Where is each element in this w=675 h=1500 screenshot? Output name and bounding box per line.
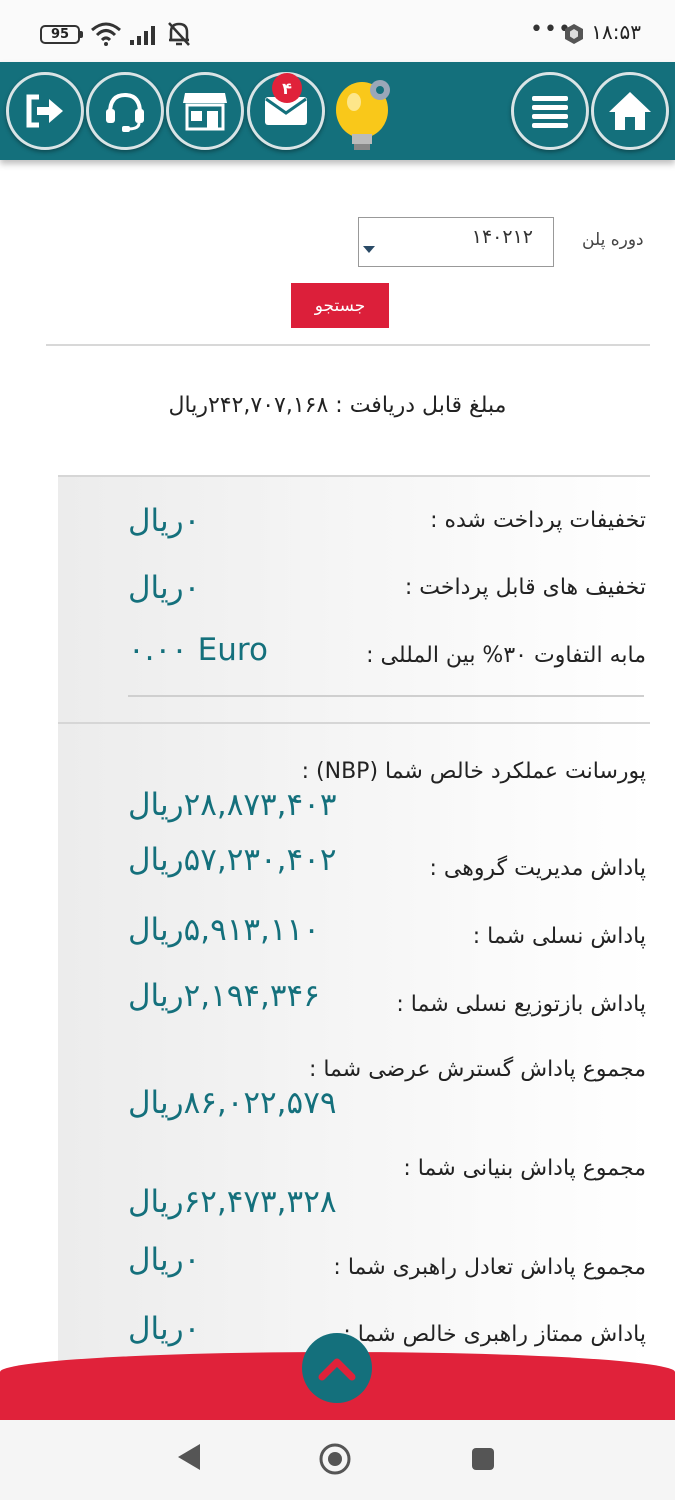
- reward-value: ۲,۱۹۴,۳۴۶ریال: [128, 978, 320, 1014]
- mail-badge: ۴: [272, 73, 302, 103]
- reward-value: ۵۷,۲۳۰,۴۰۲ریال: [128, 842, 337, 878]
- receivable-amount: مبلغ قابل دریافت : ۲۴۲,۷۰۷,۱۶۸ریال: [168, 393, 507, 418]
- discount-label: تخفیف های قابل پرداخت :: [404, 575, 646, 600]
- discounts-panel: تخفیفات پرداخت شده : ۰ریال تخفیف های قاب…: [58, 475, 650, 722]
- reward-label: پاداش ممتاز راهبری خالص شما :: [343, 1322, 646, 1347]
- home-circle-icon[interactable]: [318, 1442, 352, 1476]
- home-button[interactable]: [591, 72, 669, 150]
- chevron-up-icon: [318, 1358, 356, 1381]
- store-icon: [183, 93, 227, 131]
- status-time: ۱۸:۵۳: [591, 20, 641, 44]
- menu-button[interactable]: [511, 72, 589, 150]
- battery-icon: 95: [40, 25, 83, 44]
- reward-label: پورسانت عملکرد خالص شما (NBP) :: [301, 759, 646, 784]
- reward-label: پاداش بازتوزیع نسلی شما :: [396, 992, 646, 1017]
- reward-label: مجموع پاداش تعادل راهبری شما :: [333, 1255, 646, 1280]
- signal-icon: [130, 26, 155, 45]
- reward-value: ۰ریال: [128, 1242, 201, 1278]
- lightbulb-icon: [336, 80, 390, 150]
- support-button[interactable]: [86, 72, 164, 150]
- plan-period-value: ۱۴۰۲۱۲: [471, 226, 533, 248]
- messages-button[interactable]: ۴: [247, 72, 325, 150]
- bell-off-icon: [168, 22, 190, 46]
- discount-value: ۰ریال: [128, 570, 201, 606]
- discount-label: تخفیفات پرداخت شده :: [430, 508, 646, 533]
- divider: [46, 344, 650, 346]
- status-bar: 95 ••• ۱۸:۵۳: [0, 0, 675, 62]
- search-button[interactable]: جستجو: [291, 283, 389, 328]
- logout-button[interactable]: [6, 72, 84, 150]
- app-notification-icon: [565, 24, 583, 44]
- rewards-panel: پورسانت عملکرد خالص شما (NBP) : ۲۸,۸۷۳,۴…: [58, 722, 650, 1362]
- discount-value: ۰ریال: [128, 503, 201, 539]
- logout-icon: [26, 94, 63, 128]
- chevron-down-icon: [363, 246, 375, 253]
- back-icon[interactable]: [176, 1442, 202, 1472]
- top-navigation-bar: ۴: [0, 62, 675, 160]
- battery-level: 95: [50, 27, 70, 42]
- menu-icon: [532, 96, 568, 128]
- wifi-icon: [91, 22, 121, 46]
- discount-value: ۰.۰۰ Euro: [128, 632, 268, 668]
- reward-value: ۲۸,۸۷۳,۴۰۳ریال: [128, 787, 337, 823]
- discount-label: مابه التفاوت ۳۰% بین المللی :: [366, 643, 646, 668]
- reward-label: پاداش نسلی شما :: [472, 924, 646, 949]
- recents-icon[interactable]: [470, 1446, 496, 1472]
- headset-icon: [106, 92, 144, 132]
- reward-label: مجموع پاداش گسترش عرضی شما :: [308, 1057, 646, 1082]
- store-button[interactable]: [166, 72, 244, 150]
- home-icon: [609, 92, 651, 130]
- reward-value: ۸۶,۰۲۲,۵۷۹ریال: [128, 1085, 337, 1121]
- idea-button[interactable]: [332, 74, 398, 154]
- plan-period-label: دوره پلن: [582, 230, 644, 250]
- reward-label: مجموع پاداش بنیانی شما :: [403, 1156, 646, 1181]
- reward-label: پاداش مدیریت گروهی :: [429, 856, 646, 881]
- reward-value: ۰ریال: [128, 1311, 201, 1347]
- system-navigation-bar: [0, 1420, 675, 1500]
- reward-value: ۵,۹۱۳,۱۱۰ریال: [128, 912, 320, 948]
- reward-value: ۶۲,۴۷۳,۳۲۸ریال: [128, 1184, 337, 1220]
- scroll-top-button[interactable]: [302, 1333, 372, 1403]
- plan-period-select[interactable]: ۱۴۰۲۱۲: [358, 217, 554, 267]
- divider: [128, 695, 644, 697]
